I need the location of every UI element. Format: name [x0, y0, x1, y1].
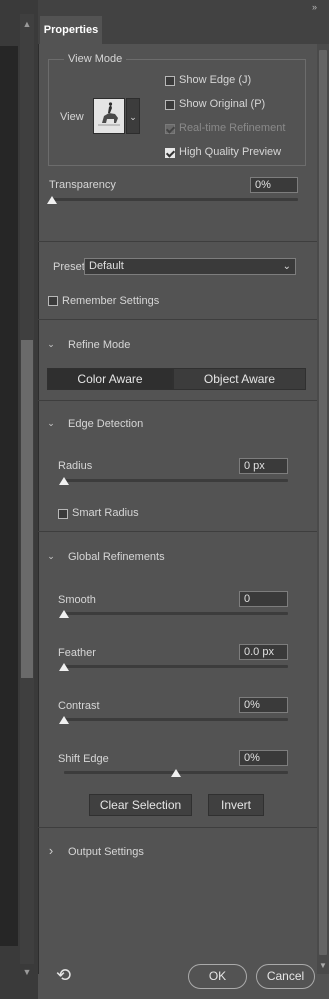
edge-detection-title[interactable]: Edge Detection	[68, 418, 143, 430]
feather-slider-track[interactable]	[64, 665, 288, 668]
transparency-slider-track[interactable]	[52, 198, 298, 201]
feather-input[interactable]: 0.0 px	[239, 644, 288, 660]
contrast-label: Contrast	[58, 700, 100, 712]
tab-properties[interactable]: Properties	[40, 16, 102, 44]
realtime-refinement-label: Real-time Refinement	[179, 122, 286, 134]
show-original-checkbox[interactable]	[165, 100, 175, 110]
smooth-label: Smooth	[58, 594, 96, 606]
smooth-slider-track[interactable]	[64, 612, 288, 615]
transparency-input[interactable]: 0%	[250, 177, 298, 193]
show-original-label: Show Original (P)	[179, 98, 266, 110]
high-quality-preview-label: High Quality Preview	[179, 146, 282, 158]
feather-slider-thumb[interactable]	[59, 663, 69, 671]
show-edge-label: Show Edge (J)	[179, 74, 252, 86]
contrast-slider-track[interactable]	[64, 718, 288, 721]
output-settings-title[interactable]: Output Settings	[68, 846, 144, 858]
divider	[38, 319, 317, 320]
smart-radius-checkbox[interactable]	[58, 509, 68, 519]
radius-input[interactable]: 0 px	[239, 458, 288, 474]
smart-radius-label: Smart Radius	[72, 507, 139, 519]
reset-icon[interactable]: ⟲	[56, 965, 76, 985]
chevron-right-icon[interactable]: ›	[46, 844, 56, 857]
scroll-up-icon[interactable]: ▲	[21, 18, 33, 30]
invert-button[interactable]: Invert	[208, 794, 264, 816]
transparency-slider-thumb[interactable]	[47, 196, 57, 204]
panel-scrollbar-thumb[interactable]	[319, 50, 327, 955]
preset-select[interactable]: Default ⌄	[84, 258, 296, 275]
view-mode-thumbnail[interactable]	[93, 98, 125, 134]
object-aware-button[interactable]: Object Aware	[173, 368, 306, 390]
transparency-label: Transparency	[49, 179, 116, 191]
divider	[38, 241, 317, 242]
chevron-down-icon: ⌄	[282, 261, 291, 272]
refine-mode-title[interactable]: Refine Mode	[68, 339, 130, 351]
divider	[38, 827, 317, 828]
remember-settings-label: Remember Settings	[62, 295, 160, 307]
view-label: View	[60, 111, 84, 123]
ok-button[interactable]: OK	[188, 964, 247, 989]
contrast-slider-thumb[interactable]	[59, 716, 69, 724]
high-quality-preview-checkbox[interactable]	[165, 148, 175, 158]
radius-slider-track[interactable]	[64, 479, 288, 482]
chevron-down-icon[interactable]: ⌄	[46, 418, 56, 428]
clear-selection-button[interactable]: Clear Selection	[89, 794, 192, 816]
feather-label: Feather	[58, 647, 96, 659]
view-mode-legend: View Mode	[64, 53, 127, 65]
chevron-down-icon[interactable]: ⌄	[46, 551, 56, 561]
color-aware-button[interactable]: Color Aware	[47, 368, 173, 390]
divider	[38, 531, 317, 532]
preset-value: Default	[89, 260, 124, 272]
global-refinements-title[interactable]: Global Refinements	[68, 551, 165, 563]
shift-edge-label: Shift Edge	[58, 753, 109, 765]
preset-label: Preset	[53, 261, 85, 273]
view-mode-dropdown-icon[interactable]: ⌄	[126, 98, 140, 134]
radius-slider-thumb[interactable]	[59, 477, 69, 485]
cancel-button[interactable]: Cancel	[256, 964, 315, 989]
shift-edge-slider-thumb[interactable]	[171, 769, 181, 777]
scroll-down-icon[interactable]: ▼	[21, 966, 33, 978]
collapse-panels-icon[interactable]: »	[312, 2, 326, 12]
shift-edge-input[interactable]: 0%	[239, 750, 288, 766]
chevron-down-icon[interactable]: ⌄	[46, 339, 56, 349]
canvas-dark-region	[0, 46, 18, 946]
divider	[38, 400, 317, 401]
smooth-input[interactable]: 0	[239, 591, 288, 607]
realtime-refinement-checkbox[interactable]	[165, 124, 175, 134]
radius-label: Radius	[58, 460, 93, 472]
show-edge-checkbox[interactable]	[165, 76, 175, 86]
canvas-scrollbar-thumb[interactable]	[21, 340, 33, 678]
scroll-down-icon[interactable]: ▼	[317, 960, 329, 972]
remember-settings-checkbox[interactable]	[48, 296, 58, 306]
horse-rider-icon	[94, 99, 124, 133]
contrast-input[interactable]: 0%	[239, 697, 288, 713]
smooth-slider-thumb[interactable]	[59, 610, 69, 618]
